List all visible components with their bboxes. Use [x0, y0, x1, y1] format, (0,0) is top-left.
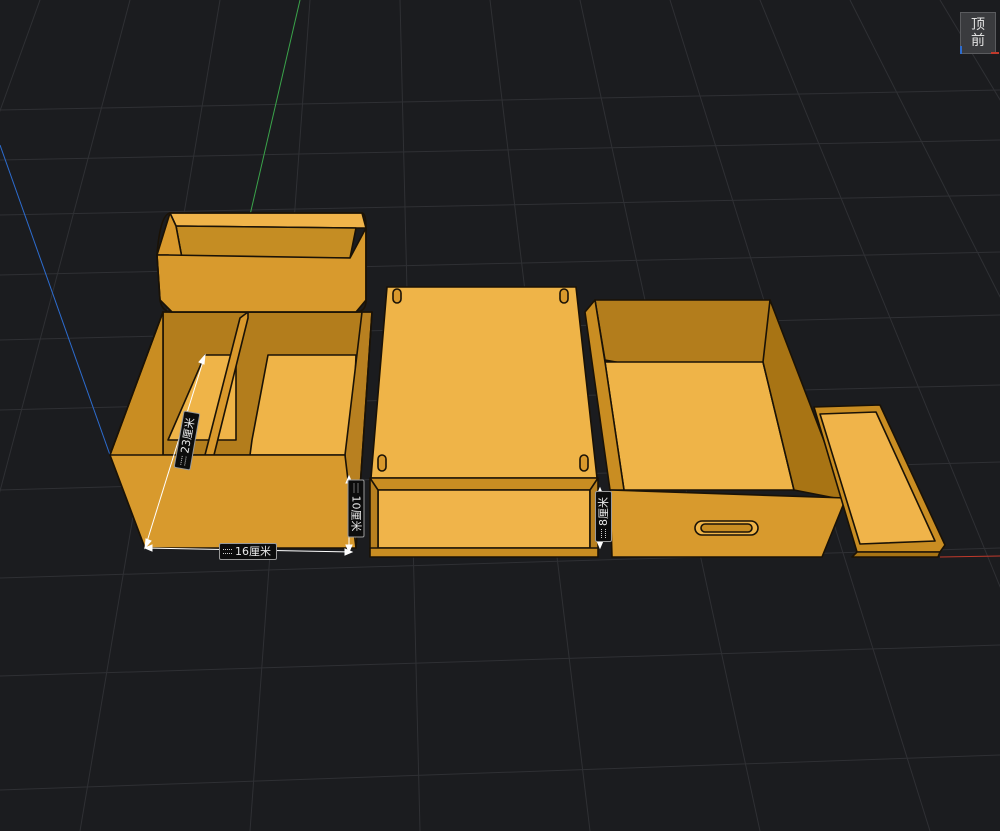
dimension-label-width[interactable]: 16厘米 — [219, 543, 277, 560]
dimension-label-height-left[interactable]: 10厘米 — [347, 479, 365, 538]
axis-red — [939, 555, 1000, 558]
grip-icon — [180, 455, 187, 466]
axis-green — [249, 0, 301, 216]
dimension-value: 16厘米 — [235, 545, 271, 558]
grip-icon — [223, 549, 232, 554]
view-cube[interactable]: 顶 前 — [960, 12, 999, 54]
view-cube-front-face[interactable]: 前 — [971, 33, 985, 49]
scene-canvas[interactable] — [0, 0, 1000, 831]
view-cube-top-face[interactable]: 顶 — [971, 17, 985, 33]
top-tray[interactable] — [156, 212, 367, 313]
3d-viewport[interactable]: 16厘米 23厘米 10厘米 8厘米 — [0, 0, 1000, 831]
left-box[interactable] — [109, 311, 373, 549]
middle-box[interactable] — [369, 286, 599, 558]
dimension-value: 10厘米 — [349, 495, 363, 532]
dimension-label-height-middle[interactable]: 8厘米 — [595, 491, 612, 542]
view-cube-x-edge — [991, 52, 999, 54]
drawer-box[interactable] — [584, 299, 847, 558]
grip-icon — [601, 529, 606, 538]
grip-icon — [353, 483, 359, 493]
dimension-value: 8厘米 — [597, 497, 610, 526]
view-cube-z-edge — [960, 46, 962, 54]
